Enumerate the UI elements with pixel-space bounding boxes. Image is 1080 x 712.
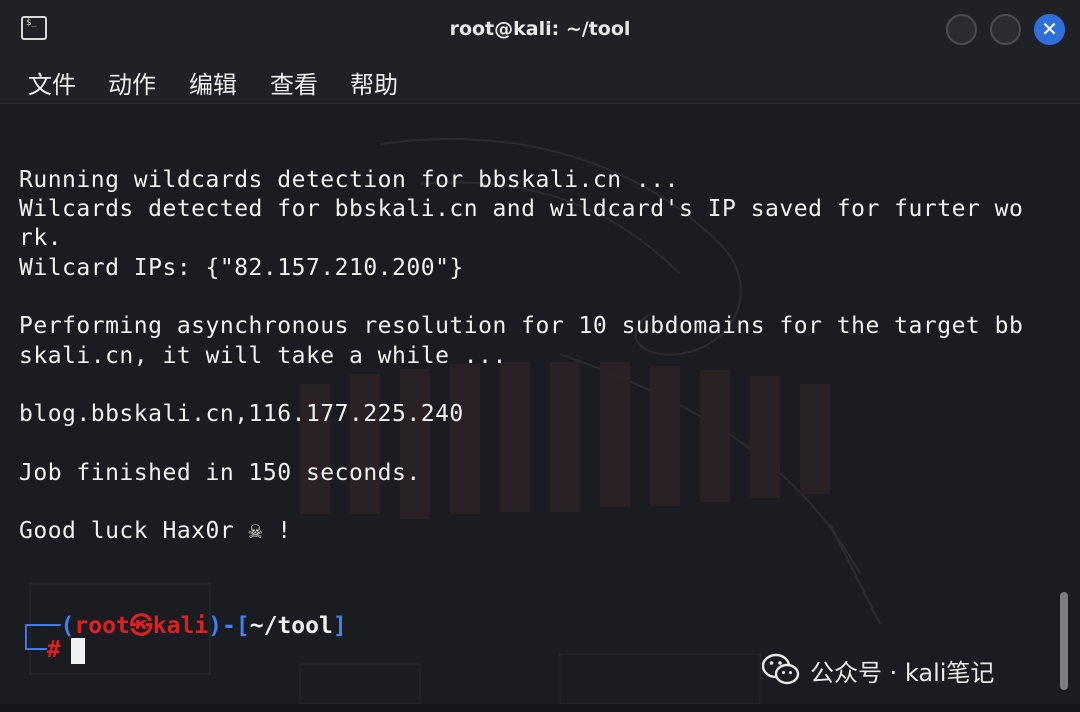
scrollbar-thumb[interactable] [1060,592,1068,690]
terminal-window: $_ root@kali: ~/tool ✕ 文件 动作 编辑 查看 帮助 Ru… [0,0,1080,712]
watermark-brand: 公众号 · kali笔记 [810,658,995,687]
terminal-line: Running wildcards detection for bbskali.… [19,167,679,193]
prompt-user: root㉿kali [74,613,209,639]
prompt-end: ] [332,613,347,639]
terminal-line: Performing asynchronous resolution for 1… [19,313,1024,339]
menu-file[interactable]: 文件 [28,65,76,100]
terminal-line: skali.cn, it will take a while ... [19,343,507,369]
prompt-separator: )-[ [208,613,250,639]
menu-view[interactable]: 查看 [270,65,318,100]
title-bar[interactable]: $_ root@kali: ~/tool ✕ [0,0,1080,60]
maximize-button[interactable] [990,14,1021,45]
terminal-line: Good luck Hax0r ☠ ! [19,518,292,544]
close-icon: ✕ [1041,17,1058,41]
prompt-path: ~/tool [249,613,333,639]
minimize-button[interactable] [946,14,977,45]
prompt-corner-top: ┌──( [19,613,75,639]
terminal-line: Wilcard IPs: {"82.157.210.200"} [19,255,464,281]
text-cursor [70,637,85,664]
menu-help[interactable]: 帮助 [350,65,398,100]
terminal-line: Wilcards detected for bbskali.cn and wil… [19,196,1024,222]
terminal-line: Job finished in 150 seconds. [19,460,421,486]
terminal-line: rk. [19,225,63,251]
prompt-symbol: # [46,637,61,663]
prompt-input-line[interactable]: └─# [19,637,85,664]
bottom-border [0,704,1080,712]
menu-edit[interactable]: 编辑 [189,65,237,100]
terminal-output-area[interactable]: Running wildcards detection for bbskali.… [0,104,1080,704]
menu-actions[interactable]: 动作 [108,65,156,100]
menu-bar: 文件 动作 编辑 查看 帮助 [0,60,1080,100]
window-title: root@kali: ~/tool [449,18,631,40]
terminal-line: blog.bbskali.cn,116.177.225.240 [19,401,464,427]
wechat-watermark: 公众号 · kali笔记 [762,650,994,690]
close-button[interactable]: ✕ [1034,14,1065,45]
prompt-corner-bottom: └─ [19,637,47,663]
wechat-icon [762,653,800,685]
prompt-header: ┌──(root㉿kali)-[~/tool] [19,606,347,640]
